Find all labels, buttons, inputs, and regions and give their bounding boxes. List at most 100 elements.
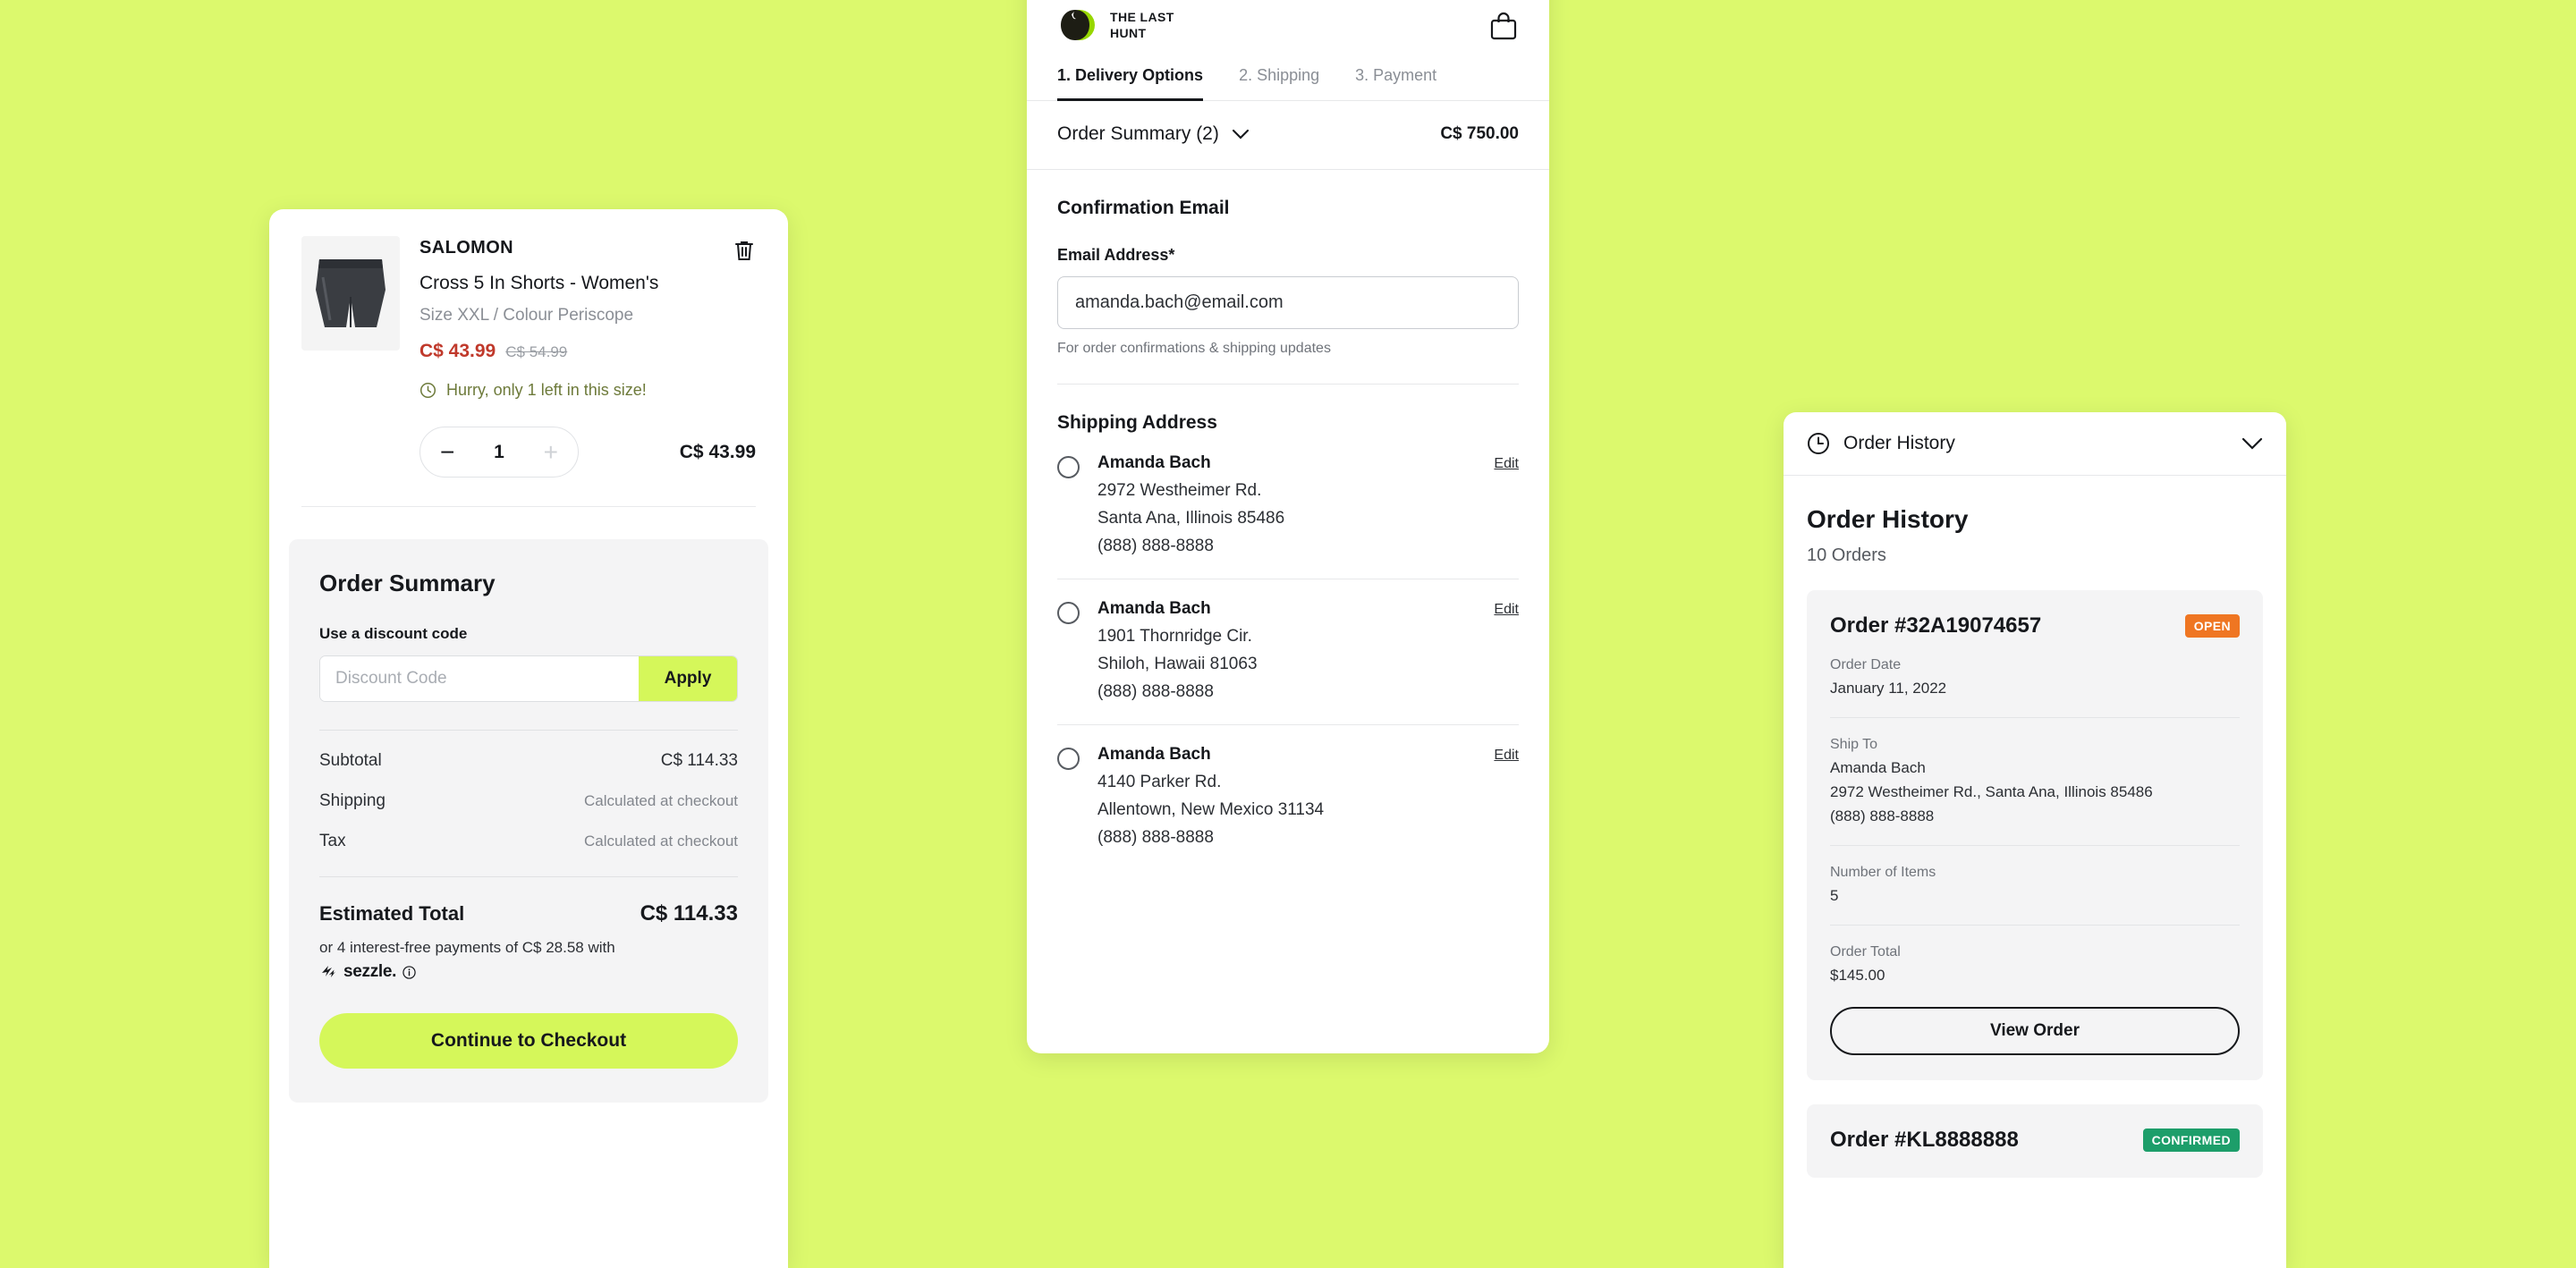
order-date-value: January 11, 2022 xyxy=(1830,680,1947,697)
order-history-panel: Order History Order History 10 Orders Or… xyxy=(1784,412,2286,1268)
price-row: C$ 43.99 C$ 54.99 xyxy=(419,341,756,362)
shipping-address-section: Shipping Address Amanda Bach Edit 2972 W… xyxy=(1027,385,1549,848)
ship-to-phone: (888) 888-8888 xyxy=(1830,807,1935,824)
address-street: 4140 Parker Rd. xyxy=(1097,773,1222,791)
address-city: Santa Ana, Illinois 85486 xyxy=(1097,509,1285,528)
tax-label: Tax xyxy=(319,832,346,850)
status-badge: OPEN xyxy=(2184,614,2240,638)
the-last-hunt-logo-icon xyxy=(1061,10,1095,40)
quantity-value: 1 xyxy=(494,441,504,462)
estimated-total-value: C$ 114.33 xyxy=(640,901,738,926)
order-history-header[interactable]: Order History xyxy=(1784,412,2286,476)
address-radio[interactable] xyxy=(1057,602,1080,624)
order-summary-toggle-label: Order Summary (2) xyxy=(1057,123,1219,144)
address-option[interactable]: Amanda Bach Edit 1901 Thornridge Cir. Sh… xyxy=(1057,579,1519,702)
address-radio[interactable] xyxy=(1057,456,1080,478)
tab-payment[interactable]: 3. Payment xyxy=(1355,66,1436,101)
confirmation-email-section: Confirmation Email Email Address* For or… xyxy=(1027,170,1549,385)
ship-to-address: 2972 Westheimer Rd., Santa Ana, Illinois… xyxy=(1830,783,2153,800)
page-title: Order History xyxy=(1807,505,1969,533)
increment-quantity-button[interactable]: + xyxy=(544,439,558,465)
address-city: Allentown, New Mexico 31134 xyxy=(1097,800,1325,819)
address-name: Amanda Bach xyxy=(1097,599,1211,618)
address-radio[interactable] xyxy=(1057,748,1080,770)
checkout-steps-tabs: 1. Delivery Options 2. Shipping 3. Payme… xyxy=(1027,66,1549,101)
continue-to-checkout-button[interactable]: Continue to Checkout xyxy=(319,1013,738,1069)
order-summary-total: C$ 750.00 xyxy=(1440,124,1519,143)
brand-line-1: THE LAST xyxy=(1110,10,1174,25)
estimated-total-label: Estimated Total xyxy=(319,902,465,925)
discount-code-label: Use a discount code xyxy=(319,625,468,642)
sezzle-brand-row: sezzle. xyxy=(319,962,416,982)
quantity-row: − 1 + C$ 43.99 xyxy=(419,427,756,506)
summary-divider-top xyxy=(319,730,738,731)
edit-address-link[interactable]: Edit xyxy=(1494,748,1519,764)
confirmation-email-heading: Confirmation Email xyxy=(1057,198,1230,218)
order-date-label: Order Date xyxy=(1830,657,1902,672)
trash-icon xyxy=(735,241,753,260)
address-phone: (888) 888-8888 xyxy=(1097,537,1214,555)
decrement-quantity-button[interactable]: − xyxy=(440,439,454,465)
shipping-label: Shipping xyxy=(319,791,386,810)
edit-address-link[interactable]: Edit xyxy=(1494,456,1519,472)
quantity-stepper[interactable]: − 1 + xyxy=(419,427,579,478)
discount-code-input[interactable] xyxy=(320,656,639,701)
clock-icon xyxy=(419,382,436,399)
address-body: Amanda Bach Edit 4140 Parker Rd. Allento… xyxy=(1097,745,1519,848)
tab-shipping[interactable]: 2. Shipping xyxy=(1239,66,1319,101)
shopping-bag-button[interactable] xyxy=(1488,10,1519,42)
brand-logo[interactable]: THE LAST HUNT xyxy=(1057,5,1174,46)
view-order-button[interactable]: View Order xyxy=(1830,1007,2240,1055)
original-price: C$ 54.99 xyxy=(505,343,568,360)
screenshot-stage: SALOMON Cross 5 In Shorts - Women's Size… xyxy=(0,0,2576,1268)
email-field[interactable] xyxy=(1057,276,1519,329)
number-of-items-label: Number of Items xyxy=(1830,865,1936,880)
order-total-value: $145.00 xyxy=(1830,967,1885,984)
order-history-body: Order History 10 Orders Order #32A190746… xyxy=(1784,476,2286,1178)
stock-warning-row: Hurry, only 1 left in this size! xyxy=(419,381,756,400)
summary-divider-bottom xyxy=(319,876,738,877)
chevron-down-icon[interactable] xyxy=(2241,437,2263,451)
order-card-header: Order #KL8888888 CONFIRMED xyxy=(1830,1128,2240,1153)
cart-divider xyxy=(301,506,756,507)
checkout-panel: THE LAST HUNT 1. Delivery Options 2. Shi… xyxy=(1027,0,1549,1053)
order-number: Order #KL8888888 xyxy=(1830,1128,2019,1152)
clock-icon xyxy=(1808,433,1829,454)
product-details: SALOMON Cross 5 In Shorts - Women's Size… xyxy=(419,236,756,506)
checkout-header: THE LAST HUNT xyxy=(1027,0,1549,46)
tab-delivery-options[interactable]: 1. Delivery Options xyxy=(1057,66,1204,101)
edit-address-link[interactable]: Edit xyxy=(1494,602,1519,618)
number-of-items-value: 5 xyxy=(1830,887,1839,904)
address-option[interactable]: Amanda Bach Edit 4140 Parker Rd. Allento… xyxy=(1057,725,1519,848)
address-option[interactable]: Amanda Bach Edit 2972 Westheimer Rd. San… xyxy=(1057,434,1519,556)
product-brand: SALOMON xyxy=(419,238,514,258)
info-icon[interactable] xyxy=(402,966,416,979)
chevron-down-icon xyxy=(1232,129,1249,139)
order-history-header-left: Order History xyxy=(1807,432,1955,455)
subtotal-value: C$ 114.33 xyxy=(660,751,738,770)
delete-item-button[interactable] xyxy=(733,238,756,263)
checkout-order-summary-toggle[interactable]: Order Summary (2) C$ 750.00 xyxy=(1027,101,1549,170)
apply-discount-button[interactable]: Apply xyxy=(639,656,737,701)
product-name: Cross 5 In Shorts - Women's xyxy=(419,273,659,293)
order-count: 10 Orders xyxy=(1807,545,1886,565)
address-top-row: Amanda Bach Edit xyxy=(1097,599,1519,619)
shipping-value: Calculated at checkout xyxy=(584,792,738,809)
cart-line-item: SALOMON Cross 5 In Shorts - Women's Size… xyxy=(269,209,788,506)
address-body: Amanda Bach Edit 1901 Thornridge Cir. Sh… xyxy=(1097,599,1519,702)
cart-panel: SALOMON Cross 5 In Shorts - Women's Size… xyxy=(269,209,788,1268)
address-phone: (888) 888-8888 xyxy=(1097,828,1214,847)
order-card-divider xyxy=(1830,845,2240,846)
subtotal-label: Subtotal xyxy=(319,751,382,770)
product-header-row: SALOMON xyxy=(419,238,756,263)
stock-warning-text: Hurry, only 1 left in this size! xyxy=(446,381,647,399)
order-total-label: Order Total xyxy=(1830,944,1901,959)
sale-price: C$ 43.99 xyxy=(419,341,496,361)
order-number: Order #32A19074657 xyxy=(1830,613,2042,638)
product-variant: Size XXL / Colour Periscope xyxy=(419,306,634,325)
address-name: Amanda Bach xyxy=(1097,745,1211,764)
summary-line-subtotal: Subtotal C$ 114.33 xyxy=(319,751,738,771)
sezzle-logo-icon xyxy=(322,966,335,978)
address-name: Amanda Bach xyxy=(1097,453,1211,472)
ship-to-name: Amanda Bach xyxy=(1830,759,1926,776)
